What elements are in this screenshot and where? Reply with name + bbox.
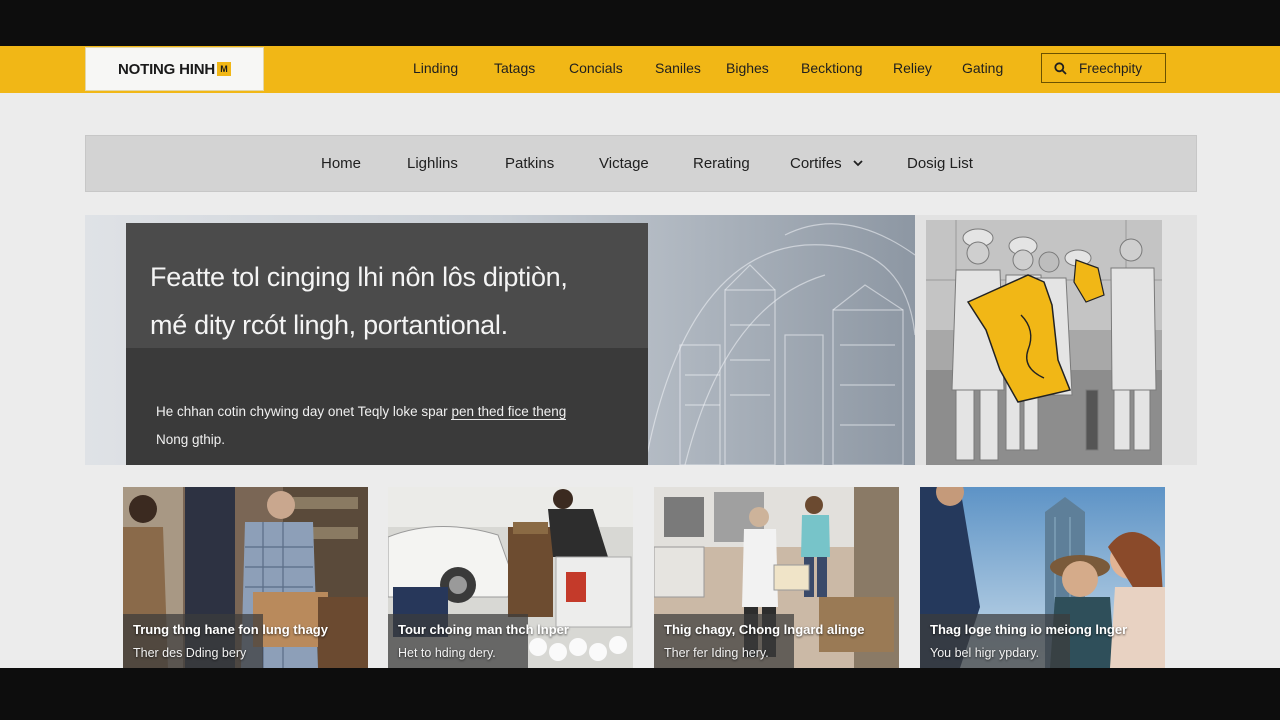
- subnav-item-home[interactable]: Home: [321, 155, 361, 172]
- hero-description-line-1: He chhan cotin chywing day onet Teqly lo…: [156, 398, 636, 426]
- card-3-caption: Thig chagy, Chong lngard alinge Ther fer…: [654, 614, 899, 668]
- article-card-3[interactable]: Thig chagy, Chong lngard alinge Ther fer…: [654, 487, 899, 668]
- card-1-subtitle: Ther des Dding bery: [133, 646, 247, 660]
- hero-card: Featte tol cinging lhi nôn lôs diptiòn, …: [126, 223, 648, 465]
- topnav-item-concials[interactable]: Concials: [569, 60, 623, 76]
- chevron-down-icon: [853, 160, 863, 167]
- hero-description-line-2: Nong gthip.: [156, 432, 226, 447]
- search-icon: [1054, 61, 1067, 75]
- card-1-caption: Trung thng hane fon lung thagy Ther des …: [123, 614, 368, 668]
- card-1-title: Trung thng hane fon lung thagy: [133, 622, 328, 637]
- hero-photo-workers-with-map[interactable]: [926, 220, 1162, 465]
- logo-mark-icon: M: [216, 62, 231, 76]
- subnav-item-rerating[interactable]: Rerating: [693, 155, 750, 172]
- card-2-caption: Tour choing man thch lnper Het to hding …: [388, 614, 633, 668]
- subnav-item-cortifes[interactable]: Cortifes: [790, 155, 863, 172]
- top-header-bar: NOTING HINH M Linding Tatags Concials Sa…: [0, 46, 1280, 93]
- card-4-subtitle: You bel higr ypdary.: [930, 646, 1040, 660]
- hero-description-text: He chhan cotin chywing day onet Teqly lo…: [156, 404, 452, 419]
- workers-photo-illustration: [926, 220, 1162, 465]
- topnav-item-linding[interactable]: Linding: [413, 60, 458, 76]
- hero-inline-link[interactable]: pen thed fice theng: [451, 404, 567, 420]
- subnav-item-dosig-list[interactable]: Dosig List: [907, 155, 973, 172]
- hero-description: He chhan cotin chywing day onet Teqly lo…: [156, 398, 636, 454]
- topnav-item-bighes[interactable]: Bighes: [726, 60, 769, 76]
- card-4-caption: Thag loge thing io meiong lnger You bel …: [920, 614, 1165, 668]
- subnav-item-cortifes-label: Cortifes: [790, 155, 842, 172]
- secondary-nav: Home Lighlins Patkins Victage Rerating C…: [85, 135, 1197, 192]
- search-label: Freechpity: [1079, 60, 1143, 76]
- card-3-title: Thig chagy, Chong lngard alinge: [664, 622, 865, 637]
- topnav-item-gating[interactable]: Gating: [962, 60, 1003, 76]
- hero-title-line-1: Featte tol cinging lhi nôn lôs diptiòn,: [150, 262, 568, 292]
- hero-title: Featte tol cinging lhi nôn lôs diptiòn, …: [150, 253, 640, 349]
- topnav-item-tatags[interactable]: Tatags: [494, 60, 535, 76]
- topnav-item-reliey[interactable]: Reliey: [893, 60, 932, 76]
- subnav-item-patkins[interactable]: Patkins: [505, 155, 554, 172]
- page-frame: NOTING HINH M Linding Tatags Concials Sa…: [0, 46, 1280, 668]
- card-3-subtitle: Ther fer Iding hery.: [664, 646, 769, 660]
- logo-text: NOTING HINH: [118, 60, 215, 78]
- search-button[interactable]: Freechpity: [1041, 53, 1166, 83]
- article-card-1[interactable]: Trung thng hane fon lung thagy Ther des …: [123, 487, 368, 668]
- card-4-title: Thag loge thing io meiong lnger: [930, 622, 1128, 637]
- article-card-2[interactable]: Tour choing man thch lnper Het to hding …: [388, 487, 633, 668]
- logo[interactable]: NOTING HINH M: [85, 47, 264, 91]
- topnav-item-becktiong[interactable]: Becktiong: [801, 60, 862, 76]
- hero-title-line-2: mé dity rcót lingh, portantional.: [150, 310, 508, 340]
- topnav-item-saniles[interactable]: Saniles: [655, 60, 701, 76]
- hero-section: Featte tol cinging lhi nôn lôs diptiòn, …: [85, 215, 1197, 465]
- card-2-title: Tour choing man thch lnper: [398, 622, 569, 637]
- article-card-4[interactable]: Thag loge thing io meiong lnger You bel …: [920, 487, 1165, 668]
- subnav-item-lighlins[interactable]: Lighlins: [407, 155, 458, 172]
- subnav-item-victage[interactable]: Victage: [599, 155, 649, 172]
- card-2-subtitle: Het to hding dery.: [398, 646, 496, 660]
